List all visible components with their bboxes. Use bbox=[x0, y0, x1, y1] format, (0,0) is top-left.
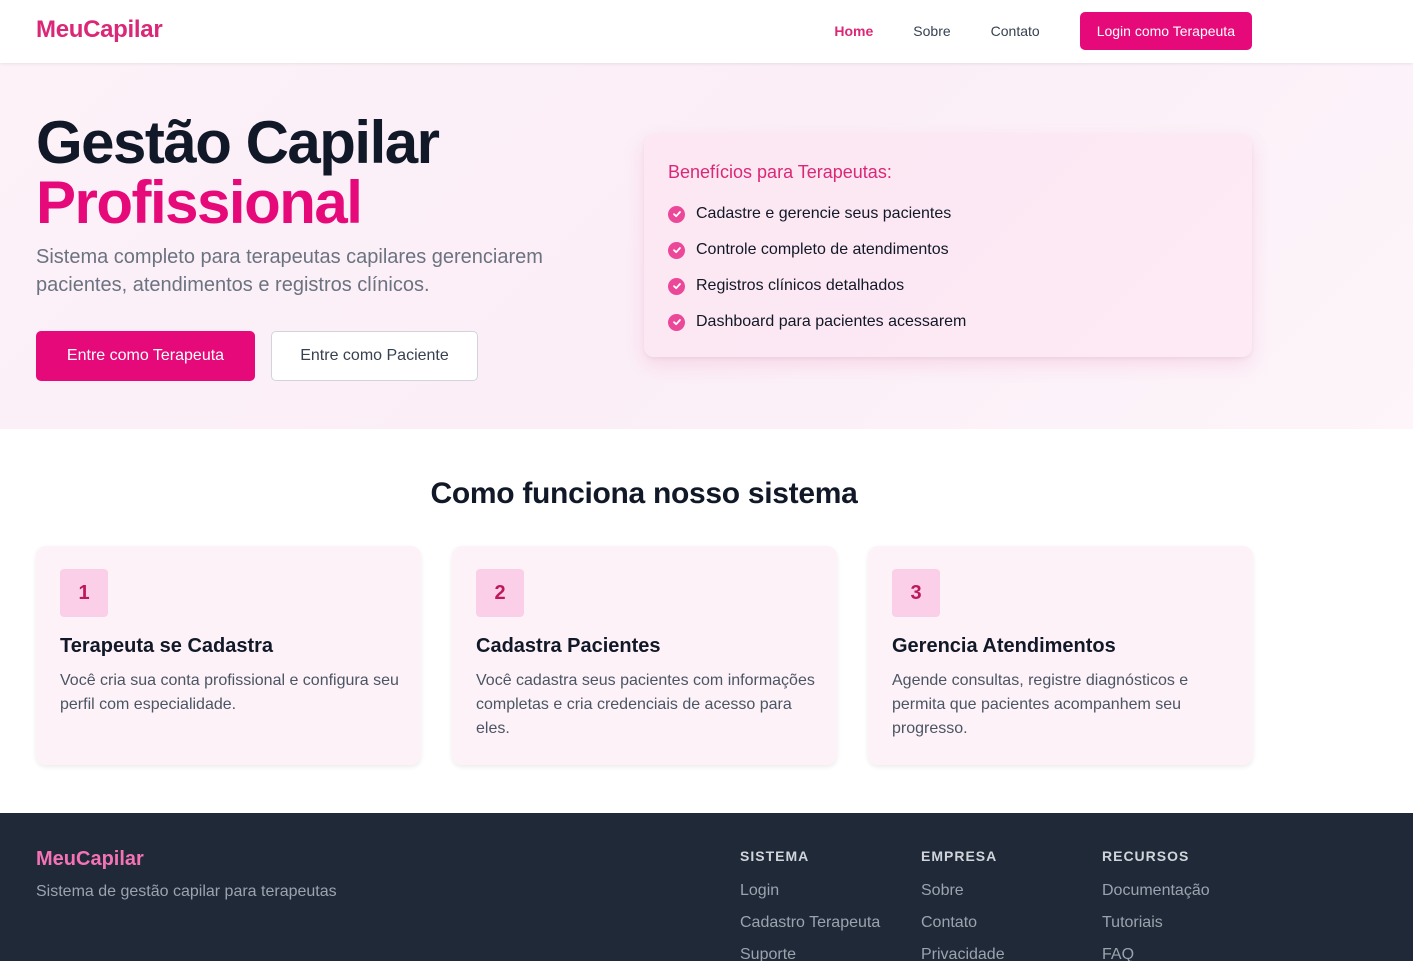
step-card: 2 Cadastra Pacientes Você cadastra seus … bbox=[452, 546, 837, 765]
hero-title-line1: Gestão Capilar bbox=[36, 109, 440, 176]
footer-heading: RECURSOS bbox=[1102, 848, 1190, 864]
step-number: 2 bbox=[476, 569, 524, 617]
benefit-item: Registros clínicos detalhados bbox=[668, 277, 904, 295]
benefit-text: Controle completo de atendimentos bbox=[696, 241, 949, 258]
footer-column-sistema: SISTEMA Login Cadastro Terapeuta Suporte bbox=[740, 848, 880, 961]
footer-link-login[interactable]: Login bbox=[740, 880, 880, 901]
footer-column-empresa: EMPRESA Sobre Contato Privacidade bbox=[921, 848, 1005, 961]
footer-column-recursos: RECURSOS Documentação Tutoriais FAQ bbox=[1102, 848, 1210, 961]
step-card: 1 Terapeuta se Cadastra Você cria sua co… bbox=[36, 546, 421, 765]
hero-subtitle: Sistema completo para terapeutas capilar… bbox=[36, 246, 543, 296]
hero-title-line2: Profissional bbox=[36, 169, 363, 236]
check-circle-icon bbox=[668, 277, 685, 295]
benefit-text: Cadastre e gerencie seus pacientes bbox=[696, 205, 952, 222]
step-card: 3 Gerencia Atendimentos Agende consultas… bbox=[868, 546, 1253, 765]
enter-patient-button[interactable]: Entre como Paciente bbox=[271, 331, 478, 381]
footer-link-contato[interactable]: Contato bbox=[921, 912, 1005, 933]
login-therapist-button[interactable]: Login como Terapeuta bbox=[1079, 12, 1252, 50]
benefits-title: Benefícios para Terapeutas: bbox=[668, 162, 892, 182]
footer-link-sobre[interactable]: Sobre bbox=[921, 880, 1005, 901]
step-number: 1 bbox=[60, 569, 108, 617]
footer-link-suporte[interactable]: Suporte bbox=[740, 944, 880, 961]
footer-link-documentacao[interactable]: Documentação bbox=[1102, 880, 1210, 901]
footer-link-tutoriais[interactable]: Tutoriais bbox=[1102, 912, 1210, 933]
footer-link-faq[interactable]: FAQ bbox=[1102, 944, 1210, 961]
how-it-works-title: Como funciona nosso sistema bbox=[430, 477, 858, 510]
benefit-item: Cadastre e gerencie seus pacientes bbox=[668, 205, 951, 223]
brand-logo[interactable]: MeuCapilar bbox=[36, 16, 163, 44]
check-circle-icon bbox=[668, 241, 685, 259]
navbar: MeuCapilar Home Sobre Contato Login como… bbox=[0, 0, 1413, 63]
footer-brand: MeuCapilar bbox=[36, 848, 144, 870]
check-circle-icon bbox=[668, 313, 685, 331]
nav-link-contato[interactable]: Contato bbox=[991, 23, 1040, 39]
step-description: Você cria sua conta profissional e confi… bbox=[60, 672, 399, 713]
benefit-text: Dashboard para pacientes acessarem bbox=[696, 313, 967, 330]
nav-links: Home Sobre Contato Login como Terapeuta bbox=[834, 12, 1252, 50]
step-description: Agende consultas, registre diagnósticos … bbox=[892, 672, 1189, 737]
footer-tagline: Sistema de gestão capilar para terapeuta… bbox=[36, 883, 337, 900]
nav-link-home[interactable]: Home bbox=[834, 23, 873, 39]
check-circle-icon bbox=[668, 205, 685, 223]
step-description: Você cadastra seus pacientes com informa… bbox=[476, 672, 815, 737]
footer-heading: SISTEMA bbox=[740, 848, 810, 864]
benefit-text: Registros clínicos detalhados bbox=[696, 277, 905, 294]
footer-link-cadastro[interactable]: Cadastro Terapeuta bbox=[740, 912, 880, 933]
step-number: 3 bbox=[892, 569, 940, 617]
footer-link-privacidade[interactable]: Privacidade bbox=[921, 944, 1005, 961]
hero-section: Gestão Capilar Profissional Sistema comp… bbox=[0, 63, 1413, 429]
footer: MeuCapilar Sistema de gestão capilar par… bbox=[0, 813, 1413, 961]
step-title: Gerencia Atendimentos bbox=[892, 635, 1116, 657]
benefits-card: Benefícios para Terapeutas: Cadastre e g… bbox=[644, 134, 1252, 357]
benefit-item: Dashboard para pacientes acessarem bbox=[668, 313, 966, 331]
step-title: Cadastra Pacientes bbox=[476, 635, 661, 657]
enter-therapist-button[interactable]: Entre como Terapeuta bbox=[36, 331, 255, 381]
nav-link-sobre[interactable]: Sobre bbox=[913, 23, 950, 39]
footer-heading: EMPRESA bbox=[921, 848, 998, 864]
step-title: Terapeuta se Cadastra bbox=[60, 635, 274, 657]
benefit-item: Controle completo de atendimentos bbox=[668, 241, 949, 259]
